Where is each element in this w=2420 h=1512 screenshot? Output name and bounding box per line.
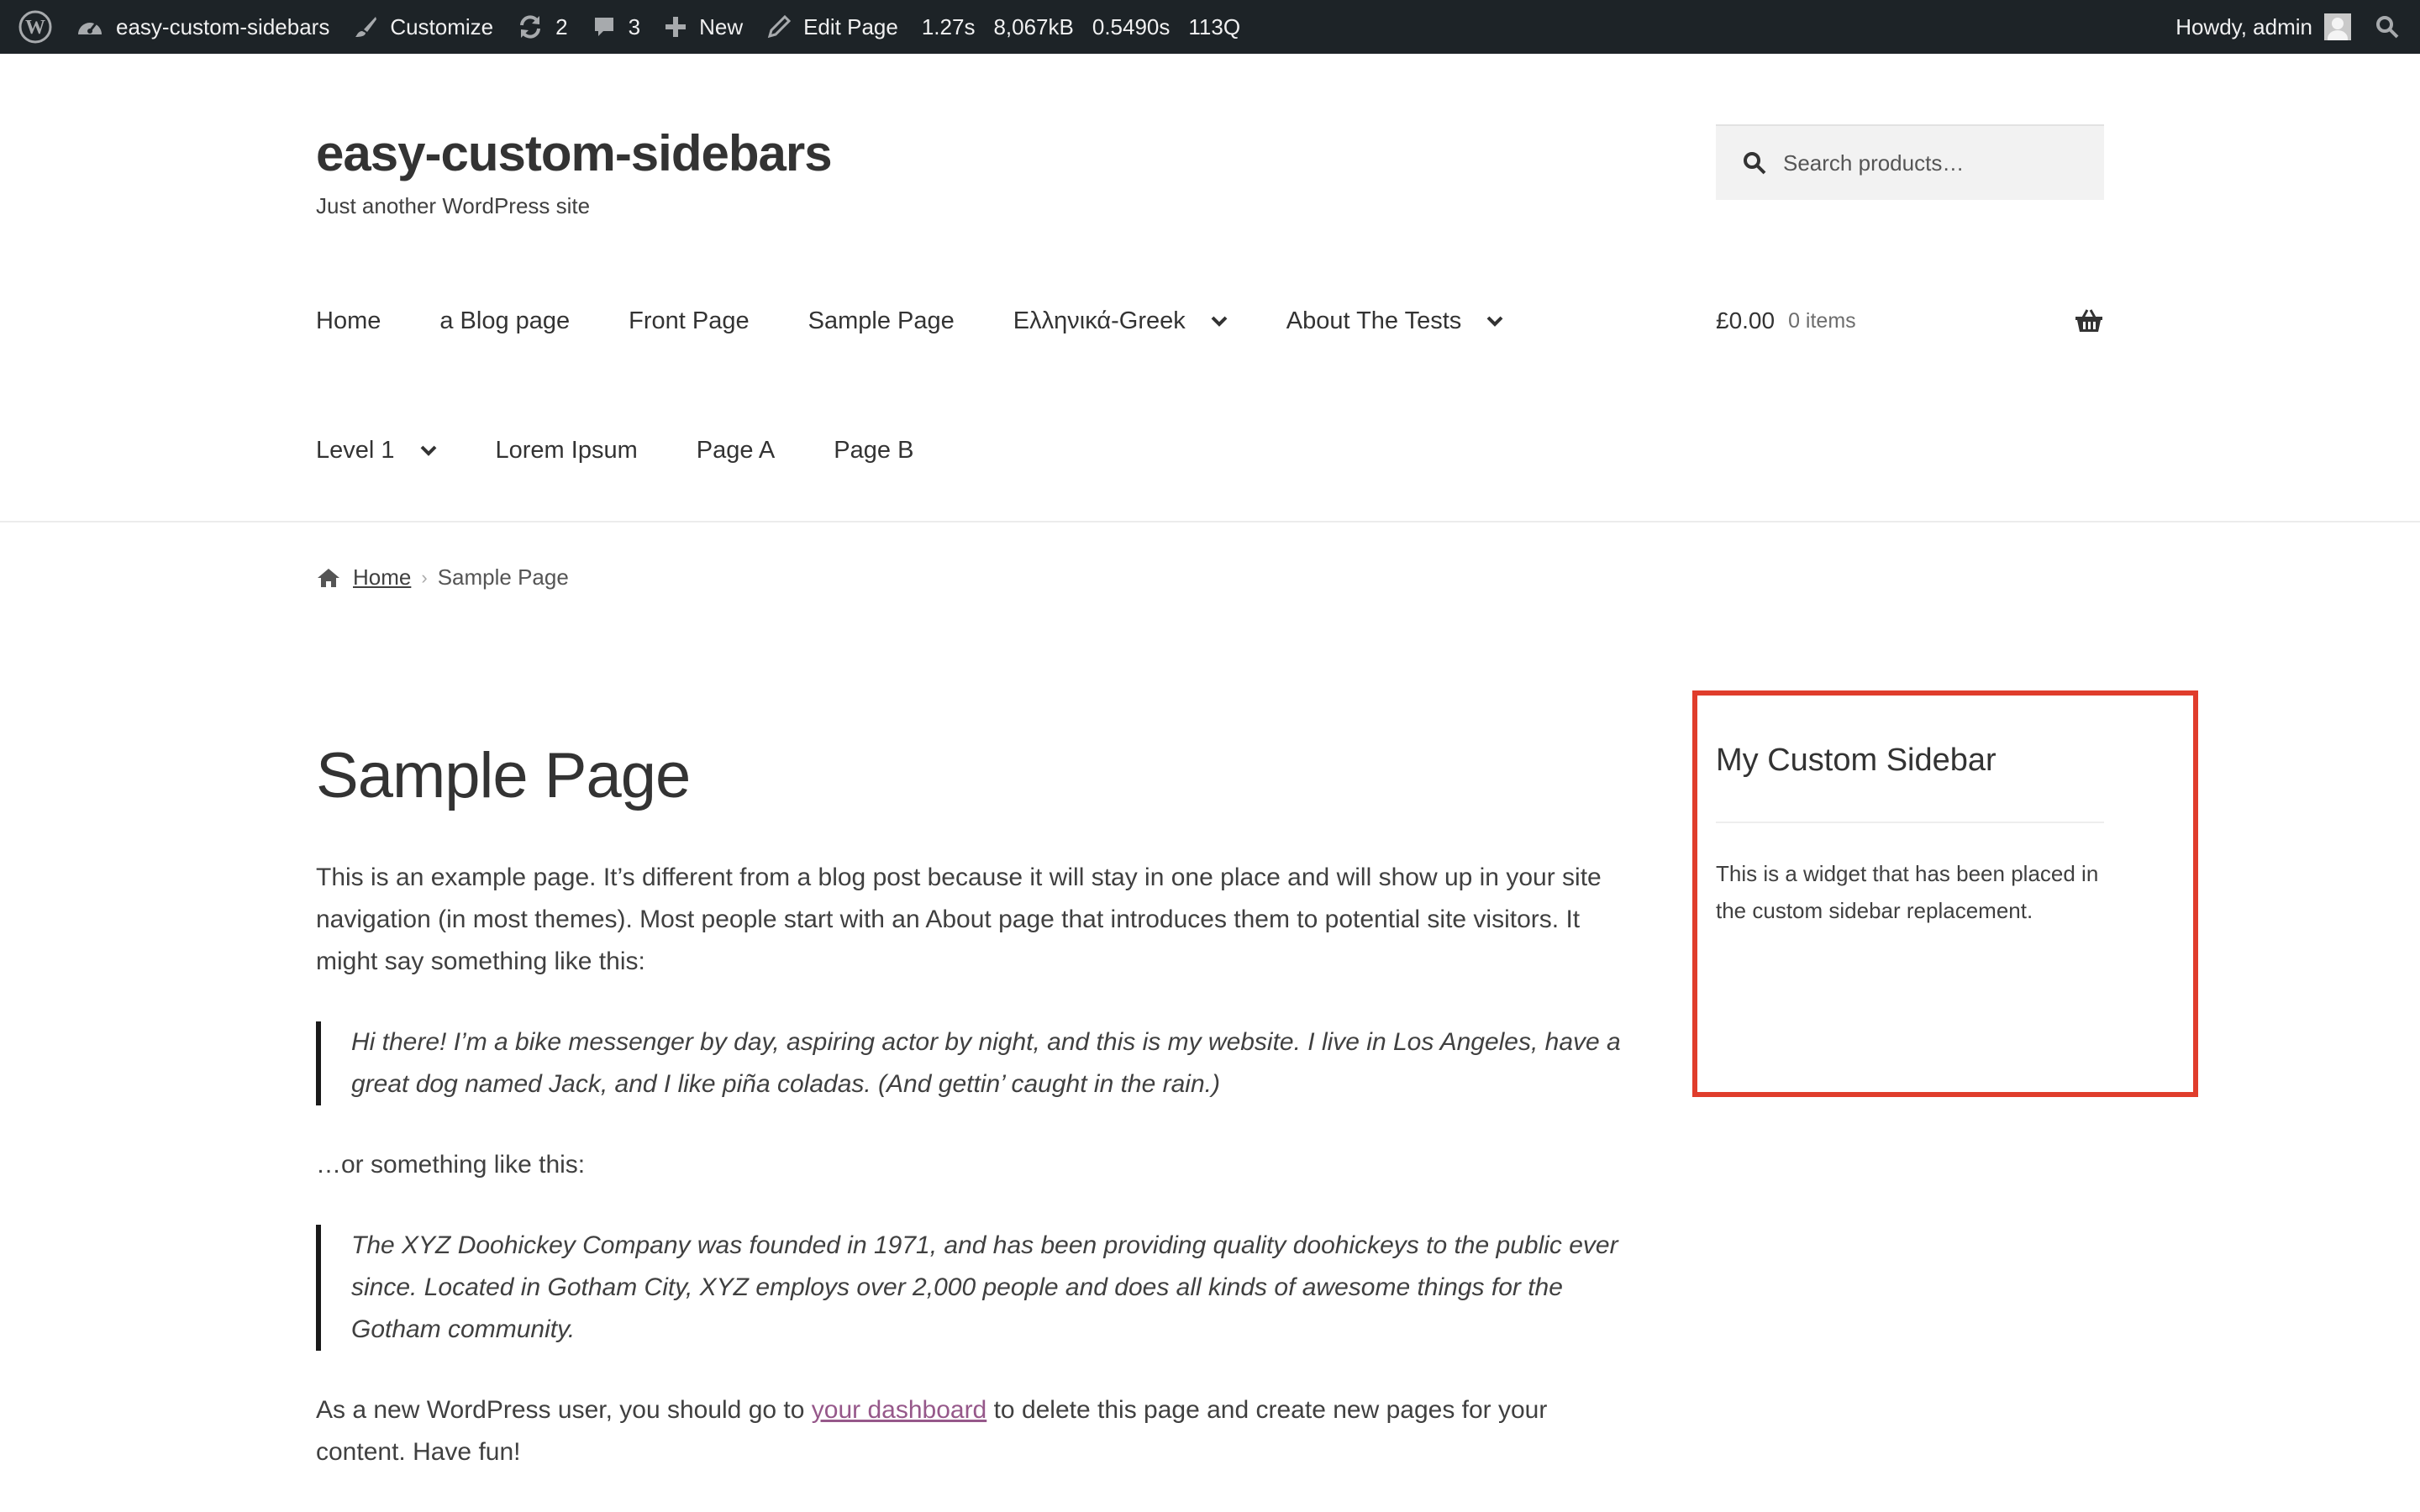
nav-item-page-b[interactable]: Page B: [834, 437, 913, 465]
admin-bar-updates[interactable]: 2: [505, 0, 579, 54]
admin-bar-site-name[interactable]: easy-custom-sidebars: [64, 0, 341, 54]
nav-item-greek[interactable]: Ελληνικά-Greek: [1013, 307, 1228, 335]
widget-text: This is a widget that has been placed in…: [1716, 861, 2099, 923]
stat-memory: 8,067kB: [993, 13, 1074, 39]
product-search: [1716, 124, 2104, 200]
nav-item-blog-page[interactable]: a Blog page: [439, 307, 570, 335]
admin-bar-right: Howdy, admin: [2164, 0, 2420, 54]
content-paragraph: …or something like this:: [316, 1151, 586, 1179]
admin-bar-account[interactable]: Howdy, admin: [2164, 0, 2363, 54]
nav-item-level-1[interactable]: Level 1: [316, 437, 437, 465]
stat-db-time: 0.5490s: [1092, 13, 1171, 39]
home-icon: [318, 568, 339, 587]
site-tagline: Just another WordPress site: [316, 193, 591, 218]
nav-item-lorem-ipsum[interactable]: Lorem Ipsum: [496, 437, 638, 465]
pencil-icon: [767, 14, 792, 39]
content-quote: Hi there! I’m a bike messenger by day, a…: [316, 1021, 1644, 1105]
admin-bar-new[interactable]: New: [652, 0, 755, 54]
breadcrumb-separator-icon: ›: [421, 566, 428, 588]
primary-navigation: Home a Blog page Front Page Sample Page …: [316, 307, 1562, 335]
site-title[interactable]: easy-custom-sidebars: [316, 124, 833, 182]
nav-item-front-page[interactable]: Front Page: [629, 307, 749, 335]
nav-item-home[interactable]: Home: [316, 307, 381, 335]
basket-icon[interactable]: [2074, 307, 2104, 334]
header-cart[interactable]: £0.00 0 items: [1716, 307, 2104, 334]
stat-time: 1.27s: [921, 13, 976, 39]
admin-bar: W easy-custom-sidebars Customize 2 3 New…: [0, 0, 2420, 54]
nav-item-page-a[interactable]: Page A: [697, 437, 776, 465]
dashboard-link[interactable]: your dashboard: [812, 1396, 986, 1424]
chevron-down-icon[interactable]: [420, 445, 437, 457]
breadcrumb-current: Sample Page: [437, 564, 569, 590]
content-paragraph: This is an example page. It’s different …: [316, 864, 1602, 975]
refresh-icon: [520, 15, 541, 39]
plus-icon: [666, 17, 687, 37]
widget-title: My Custom Sidebar: [1716, 743, 1996, 778]
cart-amount: £0.00: [1716, 307, 1776, 333]
nav-item-about-the-tests[interactable]: About The Tests: [1286, 307, 1504, 335]
page-title: Sample Page: [316, 740, 691, 811]
admin-bar-search-icon[interactable]: [2363, 0, 2420, 54]
wordpress-logo-icon[interactable]: W: [0, 0, 64, 54]
page-content: This is an example page. It’s different …: [316, 857, 1644, 1512]
nav-item-sample-page[interactable]: Sample Page: [808, 307, 955, 335]
svg-text:W: W: [25, 17, 45, 39]
admin-bar-customize[interactable]: Customize: [341, 0, 505, 54]
stat-queries: 113Q: [1188, 13, 1241, 39]
widget-divider: [1716, 822, 2104, 823]
dashboard-icon: [78, 23, 102, 34]
comment-bubble-icon: [594, 18, 613, 36]
cart-count: 0 items: [1788, 308, 1856, 333]
content-quote: The XYZ Doohickey Company was founded in…: [316, 1225, 1644, 1351]
search-input[interactable]: [1781, 149, 2104, 177]
primary-navigation-row-2: Level 1 Lorem Ipsum Page A Page B: [316, 437, 972, 465]
admin-bar-edit-page[interactable]: Edit Page: [755, 0, 910, 54]
content-paragraph-dashboard: As a new WordPress user, you should go t…: [316, 1396, 1548, 1466]
admin-bar-comments[interactable]: 3: [580, 0, 652, 54]
header-divider: [0, 521, 2420, 522]
brush-icon: [355, 17, 377, 37]
query-monitor-stats[interactable]: 1.27s 8,067kB 0.5490s 113Q: [910, 14, 1252, 40]
breadcrumb-home-link[interactable]: Home: [353, 564, 411, 591]
avatar: [2324, 13, 2351, 40]
chevron-down-icon[interactable]: [1211, 316, 1228, 328]
chevron-down-icon[interactable]: [1486, 316, 1503, 328]
search-icon: [1744, 152, 1766, 175]
breadcrumb: Home › Sample Page: [316, 564, 569, 591]
